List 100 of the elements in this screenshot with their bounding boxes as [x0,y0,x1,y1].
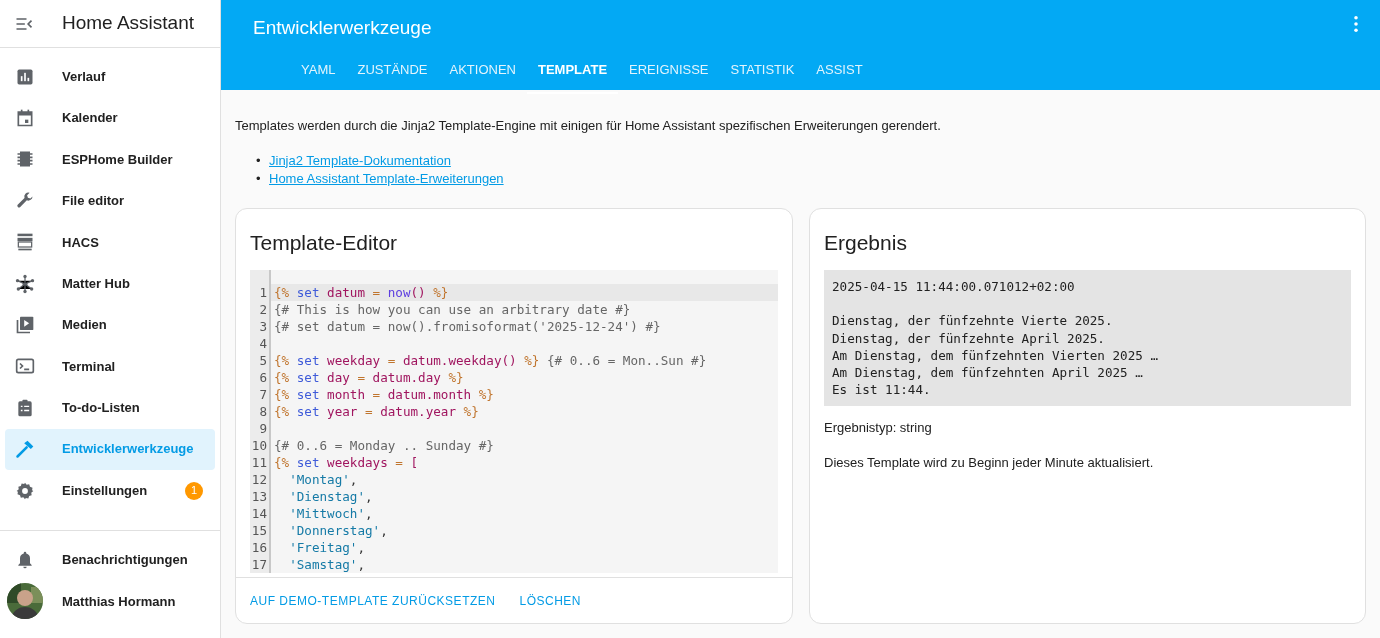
code-token: 'Freitag' [288,540,358,555]
code-token: set [295,387,321,402]
sidebar-item[interactable]: Matter Hub [5,262,215,305]
calendar-icon [15,108,35,129]
line-number: 13 [250,488,267,505]
code-token: %} [432,285,449,300]
code-token: , [365,489,373,504]
code-token: = [394,455,404,470]
code-token: = [364,404,374,419]
code-token: day [327,370,350,385]
code-token: %} [447,370,464,385]
code-token: set [295,285,321,300]
line-number: 15 [250,522,267,539]
more-icon [1354,16,1358,32]
code-token: {% [274,387,290,402]
code-token: 'Dienstag' [288,489,365,504]
sidebar-item[interactable]: File editor [5,180,215,222]
sidebar-item[interactable]: ESPHome Builder [5,138,215,181]
code-token: set [295,404,321,419]
code-editor[interactable] [250,270,778,573]
app-title: Home Assistant [62,11,194,36]
code-token: set [295,455,321,470]
output-line: Am Dienstag, dem fünfzehnten Vierten 2025 … [832,346,1160,364]
line-number: 3 [258,318,267,335]
line-number: 7 [258,386,267,403]
code-token: datum.month [387,387,472,402]
line-number: 12 [250,471,267,488]
bell-icon [15,549,35,570]
code-token: , [380,523,388,538]
chip-icon [15,149,35,170]
code-token: 'Samstag' [288,557,358,572]
network-icon [15,273,35,294]
page-title: Entwicklerwerkzeuge [253,16,432,40]
settings-icon [15,480,35,501]
code-token: () [410,285,426,300]
code-token: [ [410,455,419,470]
code-token: = [356,370,366,385]
code-token: , [357,540,365,555]
sidebar-item[interactable]: Einstellungen 1 [5,469,215,512]
store-icon [15,232,35,253]
line-number: 8 [258,403,267,420]
sidebar-item[interactable]: Verlauf [5,56,215,98]
code-token: {# This is how you can use an arbitrary date #} [274,302,631,317]
code-token: %} [477,387,494,402]
sidebar-item[interactable]: Medien [5,304,215,346]
sidebar-item[interactable]: To-do-Listen [5,387,215,429]
code-token: {% [274,285,290,300]
terminal-icon [15,356,35,377]
code-token: datum.weekday() [402,353,517,368]
update-note: Dieses Template wird zu Beginn jeder Minute aktualisiert. [823,453,1155,472]
line-number: 11 [250,454,267,471]
output-line: Es ist 11:44. [832,381,932,399]
sidebar-item[interactable]: HACS [5,221,215,263]
code-token: now [387,285,411,300]
code-token: set [295,370,321,385]
code-token: {# set datum = now().fromisoformat('2025-12-24') #} [274,319,661,334]
code-token: datum.day [372,370,441,385]
notifications-item[interactable]: Benachrichtigungen [5,539,215,581]
line-number: 1 [258,284,267,301]
code-token: {% [274,404,290,419]
output-line: 2025-04-15 11:44:00.071012+02:00 [832,278,1076,296]
code-token: weekday [327,353,381,368]
more-button[interactable] [1354,16,1358,32]
hammer-icon [15,439,35,460]
bullet: • [256,151,262,170]
card-title: Ergebnis [823,229,908,256]
line-number: 5 [258,352,267,369]
code-token: , [357,557,365,572]
code-token: %} [523,353,540,368]
bullet: • [256,169,262,188]
code-token: weekdays [327,455,388,470]
code-token: , [365,506,373,521]
line-number: 6 [258,369,267,386]
sidebar-item[interactable]: Kalender [5,97,215,139]
code-token: {% [274,370,290,385]
code-token: 'Montag' [288,472,350,487]
line-number: 16 [250,539,267,556]
output-line: Dienstag, der fünfzehnte Vierte 2025. [832,312,1114,330]
code-token: = [371,285,382,300]
user-item[interactable]: Matthias Hormann [5,580,215,622]
output-line: Am Dienstag, dem fünfzehnten April 2025 … [832,364,1144,382]
play-icon [15,315,35,336]
code-token: {% [274,353,290,368]
code-token: set [295,353,321,368]
code-token: datum [327,285,365,300]
line-number: 4 [258,335,267,352]
list-icon [15,397,35,418]
code-token: 'Donnerstag' [288,523,381,538]
result-type: Ergebnistyp: string [823,419,933,438]
code-token: , [349,472,358,487]
sidebar-item[interactable]: Terminal [5,345,215,388]
code-token: {% [274,455,290,470]
line-number: 14 [250,505,267,522]
code-token: %} [462,404,479,419]
code-token: datum.year [380,404,456,419]
line-number: 10 [250,437,267,454]
code-token: 'Mittwoch' [288,506,365,521]
intro-text: Templates werden durch die Jinja2 Template-Engine mit einigen für Home Assistant spezifischen Erweiterungen gerendert. [235,117,942,135]
code-token: = [371,387,382,402]
code-token: {# 0..6 = Mon..Sun #} [546,353,707,368]
